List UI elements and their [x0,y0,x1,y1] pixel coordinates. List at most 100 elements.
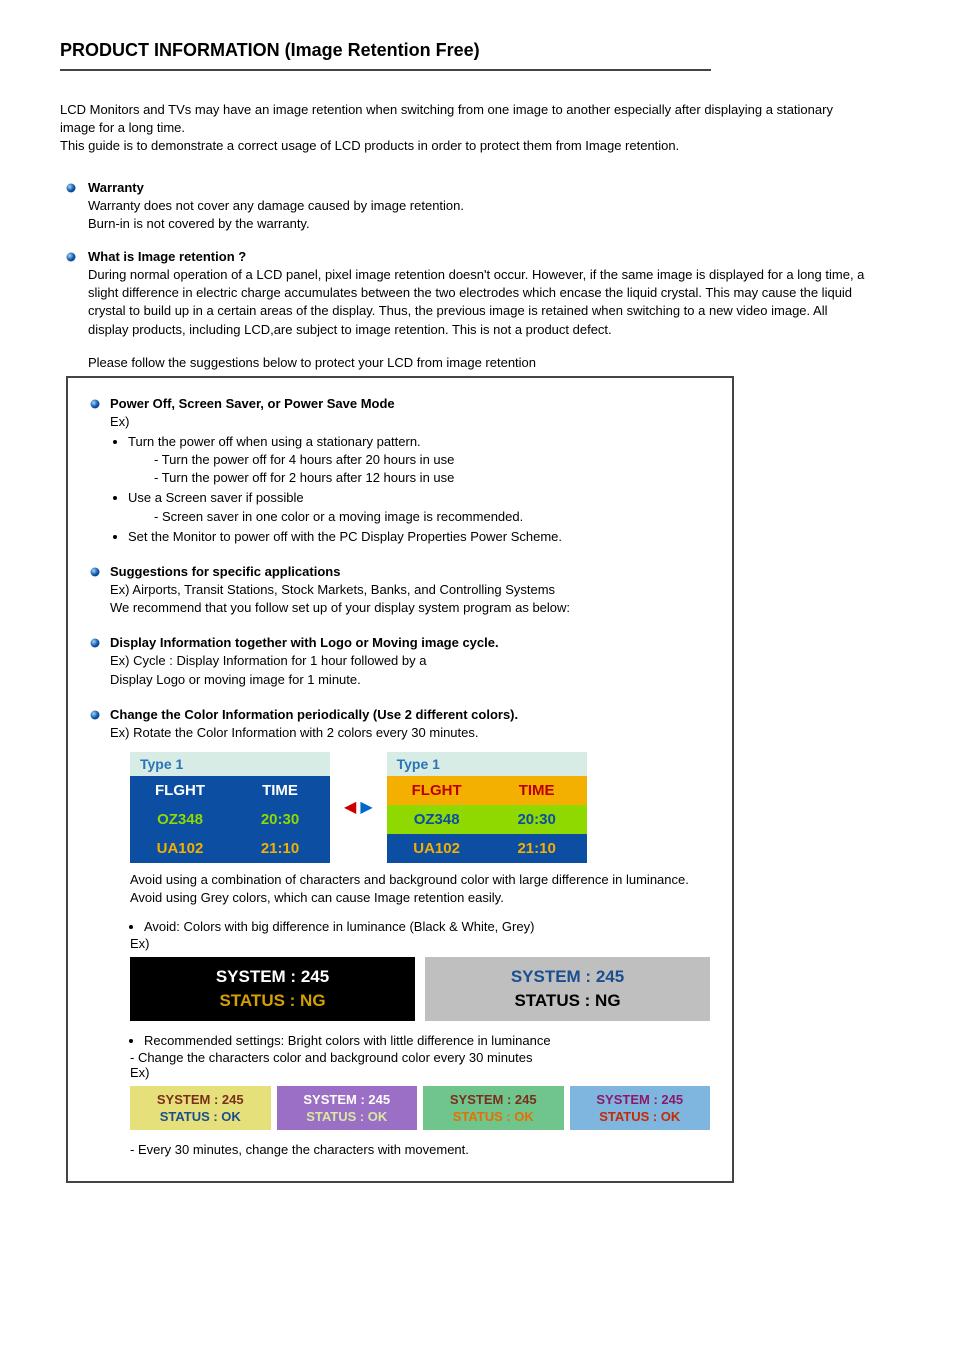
logo-title: Display Information together with Logo o… [110,635,710,650]
type1-left: Type 1 FLGHT TIME OZ348 20:30 UA102 21:1… [130,752,330,863]
warranty-line-1: Warranty does not cover any damage cause… [88,198,464,213]
table-row: OZ348 20:30 [387,805,587,834]
power-title: Power Off, Screen Saver, or Power Save M… [110,396,710,411]
rec-system: SYSTEM : 245 [570,1092,711,1107]
cell: 20:30 [230,805,330,834]
cell: UA102 [130,834,230,863]
avoid-bullet: Avoid: Colors with big difference in lum… [144,919,534,934]
cell: OZ348 [130,805,230,834]
rec-sub: - Change the characters color and backgr… [130,1050,710,1065]
rec-example-2: SYSTEM : 245 STATUS : OK [277,1086,418,1130]
th-time: TIME [230,776,330,805]
title-rule [60,69,711,71]
power-list: Turn the power off when using a stationa… [114,433,710,546]
power-li3: Set the Monitor to power off with the PC… [128,529,562,544]
avoid-note2: Avoid using Grey colors, which can cause… [130,889,710,907]
intro-line-1: LCD Monitors and TVs may have an image r… [60,102,833,135]
warranty-title: Warranty [88,180,868,195]
cell: 21:10 [487,834,587,863]
cell: 21:10 [230,834,330,863]
logo-body: Ex) Cycle : Display Information for 1 ho… [110,652,710,688]
th-time: TIME [487,776,587,805]
rec-bullet: Recommended settings: Bright colors with… [144,1033,551,1048]
suggestion-box: Power Off, Screen Saver, or Power Save M… [66,376,734,1184]
list-item: Set the Monitor to power off with the PC… [128,528,710,546]
rec-example-3: SYSTEM : 245 STATUS : OK [423,1086,564,1130]
avoid-status: STATUS : NG [425,991,710,1011]
bullet-icon [90,638,100,648]
suggestion-lead: Please follow the suggestions below to p… [88,355,848,370]
logo-l1: Ex) Cycle : Display Information for 1 ho… [110,653,426,668]
rec-status: STATUS : OK [130,1109,271,1124]
th-flight: FLGHT [130,776,230,805]
swap-arrows-icon: ◀ ▶ [344,797,373,817]
arrow-left-icon: ◀ [344,797,356,817]
power-section: Power Off, Screen Saver, or Power Save M… [90,396,710,546]
avoid-example-black: SYSTEM : 245 STATUS : NG [130,957,415,1021]
movement-note: - Every 30 minutes, change the character… [130,1142,710,1157]
warranty-line-2: Burn-in is not covered by the warranty. [88,216,310,231]
specific-title: Suggestions for specific applications [110,564,710,579]
bullet-icon [90,567,100,577]
cell: OZ348 [387,805,487,834]
ex-label-2: Ex) [130,1065,710,1080]
bullet-icon [66,252,76,262]
rec-status: STATUS : OK [277,1109,418,1124]
specific-l2: We recommend that you follow set up of y… [110,600,570,615]
arrow-right-icon: ▶ [360,797,372,817]
type1-label-left: Type 1 [130,752,330,776]
type1-table-right: FLGHT TIME OZ348 20:30 UA102 21:10 [387,776,587,863]
rec-status: STATUS : OK [423,1109,564,1124]
warranty-body: Warranty does not cover any damage cause… [88,197,868,233]
bullet-icon [66,183,76,193]
power-ex: Ex) [110,414,130,429]
page-title: PRODUCT INFORMATION (Image Retention Fre… [60,40,894,61]
type1-label-right: Type 1 [387,752,587,776]
logo-section: Display Information together with Logo o… [90,635,710,688]
cell: 20:30 [487,805,587,834]
power-li1b: - Turn the power off for 2 hours after 1… [128,469,710,487]
cell: UA102 [387,834,487,863]
intro-paragraph: LCD Monitors and TVs may have an image r… [60,101,840,156]
specific-section: Suggestions for specific applications Ex… [90,564,710,617]
bullet-icon [90,399,100,409]
rec-status: STATUS : OK [570,1109,711,1124]
table-row: UA102 21:10 [130,834,330,863]
specific-l1: Ex) Airports, Transit Stations, Stock Ma… [110,582,555,597]
avoid-system: SYSTEM : 245 [425,967,710,987]
type1-figure: Type 1 FLGHT TIME OZ348 20:30 UA102 21:1… [130,752,710,863]
table-row: FLGHT TIME [130,776,330,805]
color-l1: Ex) Rotate the Color Information with 2 … [110,724,710,742]
power-body: Ex) Turn the power off when using a stat… [110,413,710,546]
what-title: What is Image retention ? [88,249,868,264]
what-section: What is Image retention ? During normal … [60,249,868,339]
list-item: Recommended settings: Bright colors with… [144,1033,710,1048]
ex-label: Ex) [130,936,710,951]
power-li1a: - Turn the power off for 4 hours after 2… [128,451,710,469]
avoid-status: STATUS : NG [130,991,415,1011]
avoid-note1: Avoid using a combination of characters … [130,871,710,889]
intro-line-2: This guide is to demonstrate a correct u… [60,138,679,153]
bullet-icon [90,710,100,720]
specific-body: Ex) Airports, Transit Stations, Stock Ma… [110,581,710,617]
list-item: Avoid: Colors with big difference in lum… [144,919,710,934]
avoid-list: Avoid: Colors with big difference in lum… [130,919,710,934]
table-row: OZ348 20:30 [130,805,330,834]
power-li2: Use a Screen saver if possible [128,490,304,505]
list-item: Use a Screen saver if possible - Screen … [128,489,710,525]
rec-example-4: SYSTEM : 245 STATUS : OK [570,1086,711,1130]
table-row: FLGHT TIME [387,776,587,805]
th-flight: FLGHT [387,776,487,805]
avoid-example-grey: SYSTEM : 245 STATUS : NG [425,957,710,1021]
power-li1: Turn the power off when using a stationa… [128,434,421,449]
rec-examples: SYSTEM : 245 STATUS : OK SYSTEM : 245 ST… [130,1086,710,1130]
color-title: Change the Color Information periodicall… [110,707,710,722]
power-li2a: - Screen saver in one color or a moving … [128,508,710,526]
rec-example-1: SYSTEM : 245 STATUS : OK [130,1086,271,1130]
logo-l2: Display Logo or moving image for 1 minut… [110,672,361,687]
what-body: During normal operation of a LCD panel, … [88,266,868,339]
list-item: Turn the power off when using a stationa… [128,433,710,488]
rec-list: Recommended settings: Bright colors with… [130,1033,710,1048]
warranty-section: Warranty Warranty does not cover any dam… [60,180,868,233]
rec-system: SYSTEM : 245 [423,1092,564,1107]
